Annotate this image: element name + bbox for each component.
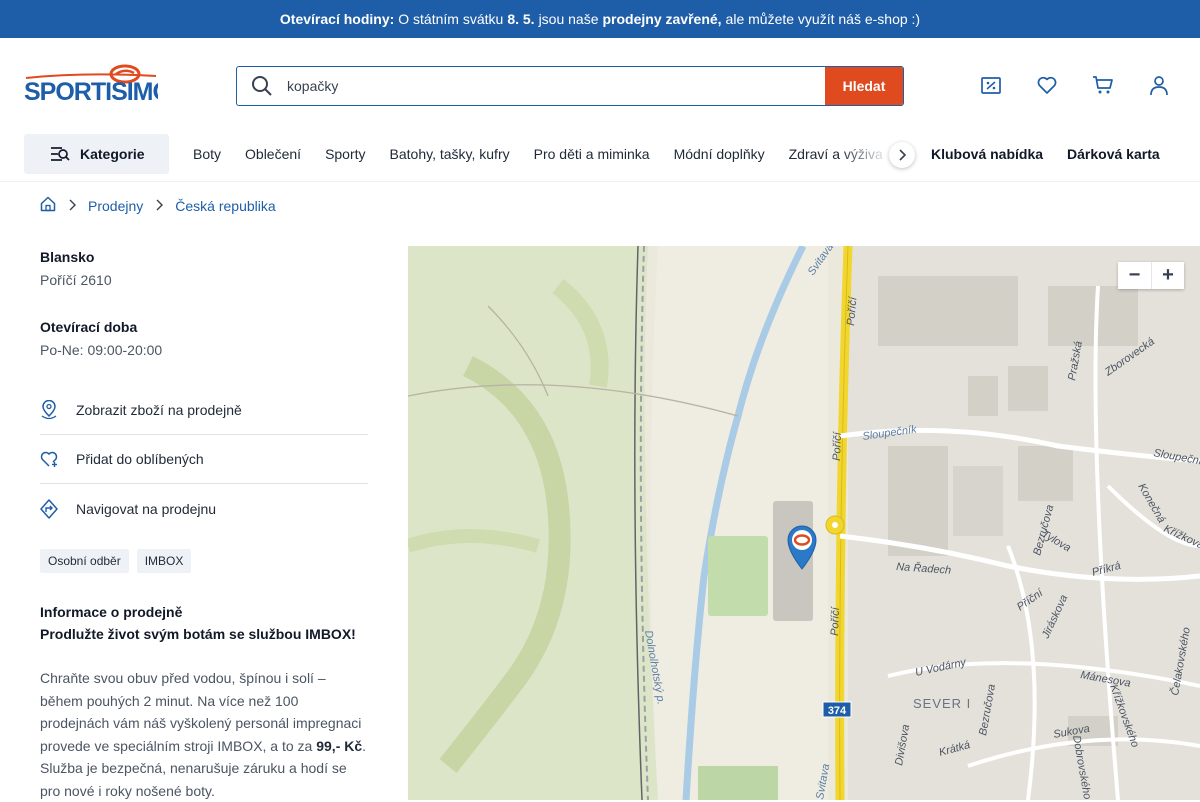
chevron-right-icon — [155, 198, 164, 214]
map-roundabout-center — [832, 522, 838, 528]
svg-text:SPORTISIMO: SPORTISIMO — [24, 78, 158, 104]
map-park — [708, 536, 768, 616]
map-building — [878, 276, 1018, 346]
map-zoom-controls: − + — [1118, 262, 1184, 289]
categories-label: Kategorie — [80, 146, 145, 162]
navigate-button[interactable]: Navigovat na prodejnu — [40, 484, 368, 533]
announcement-banner: Otevírací hodiny: O státním svátku 8. 5.… — [0, 0, 1200, 38]
nav-item-klubova-nabidka[interactable]: Klubová nabídka — [931, 146, 1043, 162]
nav-scroll-right-button[interactable] — [889, 142, 915, 168]
tag-imbox: IMBOX — [136, 549, 192, 573]
map-road-number: 374 — [828, 705, 847, 717]
nav-item-boty[interactable]: Boty — [193, 146, 221, 162]
tag-osobni-odber: Osobní odběr — [40, 549, 129, 573]
store-map[interactable]: 374 Poříčí Poříčí Poříčí Svitava Svitava… — [408, 246, 1200, 800]
search-icon[interactable] — [237, 67, 287, 105]
banner-text: jsou naše — [538, 11, 599, 27]
map-label-district: SEVER I — [913, 696, 971, 711]
navigate-label: Navigovat na prodejnu — [76, 500, 217, 517]
store-info-text: Chraňte svou obuv před vodou, špínou i s… — [40, 667, 368, 802]
main-navigation: Kategorie Boty Oblečení Sporty Batohy, t… — [0, 134, 1200, 182]
cart-icon[interactable] — [1092, 74, 1114, 96]
store-info-headline: Prodlužte život svým botám se službou IM… — [40, 626, 356, 642]
nav-item-batohy[interactable]: Batohy, tašky, kufry — [390, 146, 510, 162]
menu-search-icon — [51, 147, 70, 161]
breadcrumb-prodejny[interactable]: Prodejny — [88, 198, 143, 214]
opening-hours-label: Otevírací doba — [40, 319, 138, 335]
show-products-label: Zobrazit zboží na prodejně — [76, 402, 242, 418]
nav-item-obleceni[interactable]: Oblečení — [245, 146, 301, 162]
nav-item-darkova-karta[interactable]: Dárková karta — [1067, 146, 1160, 162]
map-sports-field — [698, 766, 778, 800]
search-bar: Hledat — [236, 66, 904, 106]
banner-closed: prodejny zavřené, — [602, 11, 722, 27]
nav-item-pro-deti[interactable]: Pro děti a miminka — [534, 146, 650, 162]
sportisimo-logo[interactable]: SPORTISIMO — [24, 64, 158, 104]
show-products-button[interactable]: Zobrazit zboží na prodejně — [40, 386, 368, 435]
heart-icon[interactable] — [1036, 74, 1058, 96]
map-building — [1008, 366, 1048, 411]
chevron-right-icon — [899, 149, 907, 161]
home-icon[interactable] — [40, 196, 56, 215]
site-header: SPORTISIMO Hledat — [0, 38, 1200, 134]
categories-button[interactable]: Kategorie — [24, 134, 169, 174]
map-building — [888, 446, 948, 556]
breadcrumb: Prodejny Česká republika — [40, 196, 276, 215]
user-icon[interactable] — [1148, 74, 1170, 96]
nav-items: Boty Oblečení Sporty Batohy, tašky, kufr… — [193, 134, 885, 174]
zoom-in-button[interactable]: + — [1151, 262, 1184, 289]
banner-hours-label: Otevírací hodiny: — [279, 11, 395, 27]
breadcrumb-ceska-republika[interactable]: Česká republika — [175, 198, 275, 214]
header-actions — [980, 74, 1170, 96]
opening-hours-value: Po-Ne: 09:00-20:00 — [40, 342, 163, 358]
directions-icon — [40, 498, 58, 519]
store-city: Blansko — [40, 249, 95, 265]
map-building — [968, 376, 998, 416]
discount-icon[interactable] — [980, 74, 1002, 96]
location-pin-icon — [40, 399, 58, 420]
chevron-right-icon — [68, 198, 76, 214]
service-tags: Osobní odběr IMBOX — [40, 549, 368, 573]
nav-item-modni-doplnky[interactable]: Módní doplňky — [674, 146, 765, 162]
zoom-out-button[interactable]: − — [1118, 262, 1151, 289]
add-favorite-label: Přidat do oblíbených — [76, 451, 204, 467]
info-text-part: Chraňte svou obuv před vodou, špínou i s… — [40, 670, 362, 754]
banner-text: ale můžete využít náš e-shop :) — [725, 11, 921, 27]
store-address: Poříčí 2610 — [40, 272, 112, 288]
nav-highlight-items: Klubová nabídka Dárková karta — [931, 134, 1160, 174]
add-favorite-button[interactable]: Přidat do oblíbených — [40, 435, 368, 484]
map-building — [953, 466, 1003, 536]
map-label-porici: Poříčí — [831, 431, 844, 461]
map-label-porici: Poříčí — [829, 606, 842, 636]
nav-fade — [840, 134, 890, 174]
nav-item-sporty[interactable]: Sporty — [325, 146, 365, 162]
banner-text: O státním svátku — [398, 11, 504, 27]
store-info-label: Informace o prodejně — [40, 604, 183, 620]
store-actions: Zobrazit zboží na prodejně Přidat do obl… — [40, 386, 368, 533]
map-building — [1048, 286, 1138, 346]
map-forest-area — [408, 246, 658, 800]
info-price: 99,- Kč — [316, 737, 363, 754]
map-building — [1018, 446, 1073, 501]
search-input[interactable] — [287, 67, 825, 105]
search-button[interactable]: Hledat — [825, 67, 903, 105]
heart-plus-icon — [40, 449, 58, 469]
banner-date: 8. 5. — [507, 11, 535, 27]
store-details: Blansko Poříčí 2610 Otevírací doba Po-Ne… — [40, 246, 368, 802]
